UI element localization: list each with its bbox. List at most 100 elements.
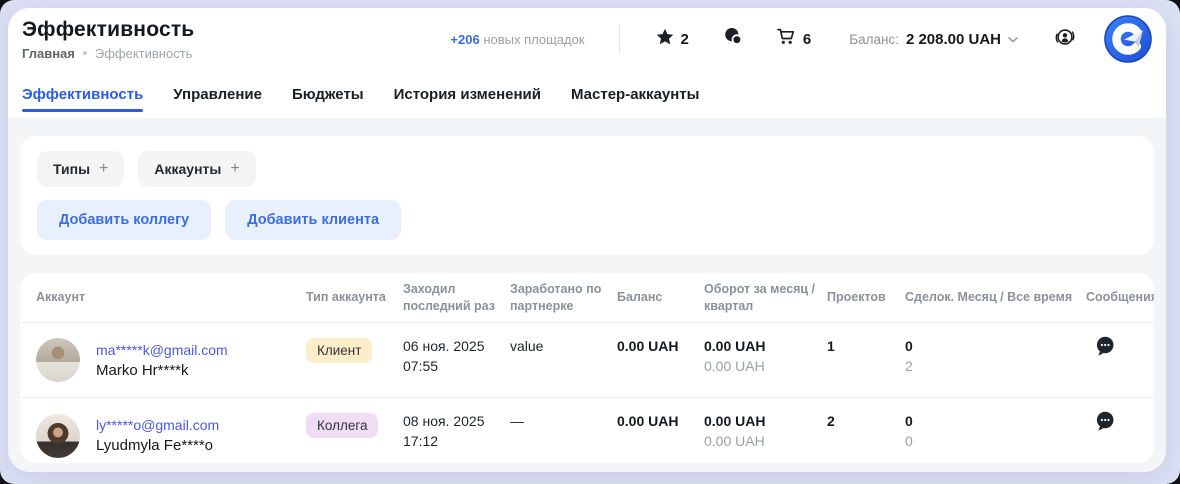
- deals-cell: 0 0: [905, 398, 1086, 463]
- balance-cell: 0.00 UAH: [617, 398, 704, 463]
- topbar-divider: [619, 25, 620, 53]
- account-text: ma*****k@gmail.com Marko Hr****k: [96, 342, 228, 379]
- column-last-seen: Заходил последний раз: [403, 281, 510, 314]
- avatar: [36, 338, 80, 382]
- cart-count: 6: [803, 31, 811, 48]
- app-logo[interactable]: [1104, 15, 1152, 63]
- filters-card: Типы + Аккаунты + Добавить коллегу Добав…: [20, 136, 1154, 255]
- deals-alltime: 0: [905, 433, 1086, 449]
- account-type-badge: Клиент: [306, 338, 372, 363]
- messages-cell: [1086, 323, 1138, 397]
- favorites-count: 2: [681, 31, 689, 48]
- partner-earnings-cell: —: [510, 398, 617, 463]
- favorites-button[interactable]: 2: [656, 28, 689, 51]
- filter-accounts-label: Аккаунты: [154, 161, 221, 177]
- tab-effectiveness[interactable]: Эффективность: [22, 70, 143, 118]
- turnover-quarter: 0.00 UAH: [704, 433, 827, 449]
- last-seen-date: 08 ноя. 2025: [403, 413, 510, 429]
- content-area: Типы + Аккаунты + Добавить коллегу Добав…: [8, 118, 1166, 472]
- deals-alltime: 2: [905, 358, 1086, 374]
- message-button[interactable]: [1094, 335, 1117, 361]
- projects-cell: 2: [827, 398, 905, 463]
- tab-budgets[interactable]: Бюджеты: [292, 70, 364, 118]
- tab-bar: Эффективность Управление Бюджеты История…: [8, 70, 1166, 118]
- balance-label: Баланс:: [849, 32, 899, 47]
- add-client-button[interactable]: Добавить клиента: [225, 200, 401, 240]
- last-seen-date: 06 ноя. 2025: [403, 338, 510, 354]
- filter-types[interactable]: Типы +: [37, 151, 124, 187]
- tab-management[interactable]: Управление: [173, 70, 262, 118]
- new-sites-link[interactable]: +206 новых площадок: [450, 32, 584, 47]
- breadcrumb-home[interactable]: Главная: [22, 46, 75, 61]
- cart-button[interactable]: 6: [777, 28, 811, 50]
- tab-master-accounts[interactable]: Мастер-аккаунты: [571, 70, 699, 118]
- contact-support-button[interactable]: [1052, 24, 1078, 55]
- account-type-cell: Клиент: [306, 323, 403, 397]
- breadcrumb: Главная Эффективность: [22, 46, 194, 61]
- turnover-month: 0.00 UAH: [704, 338, 827, 354]
- table-header: Аккаунт Тип аккаунта Заходил последний р…: [20, 273, 1154, 323]
- account-name: Marko Hr****k: [96, 362, 228, 379]
- column-projects: Проектов: [827, 289, 905, 306]
- balance-dropdown[interactable]: Баланс: 2 208.00 UAH: [849, 30, 1018, 48]
- account-name: Lyudmyla Fe****o: [96, 437, 219, 454]
- deals-month: 0: [905, 413, 1086, 429]
- chevron-down-icon: [1008, 30, 1018, 48]
- account-cell: ly*****o@gmail.com Lyudmyla Fe****o: [36, 398, 306, 463]
- message-bubble-icon: [1094, 335, 1117, 361]
- table-row: ly*****o@gmail.com Lyudmyla Fe****o Колл…: [20, 398, 1154, 463]
- plus-icon: +: [99, 161, 108, 177]
- filter-accounts[interactable]: Аккаунты +: [138, 151, 255, 187]
- messages-cell: [1086, 398, 1138, 463]
- projects-cell: 1: [827, 323, 905, 397]
- table-row: ma*****k@gmail.com Marko Hr****k Клиент …: [20, 323, 1154, 398]
- account-email-link[interactable]: ly*****o@gmail.com: [96, 417, 219, 433]
- title-block: Эффективность Главная Эффективность: [22, 18, 194, 61]
- account-email-link[interactable]: ma*****k@gmail.com: [96, 342, 228, 358]
- last-seen-cell: 08 ноя. 2025 17:12: [403, 398, 510, 463]
- cart-icon: [777, 28, 796, 50]
- add-colleague-button[interactable]: Добавить коллегу: [37, 200, 211, 240]
- avatar: [36, 414, 80, 458]
- balance-value: 2 208.00 UAH: [906, 31, 1001, 48]
- column-deals: Сделок. Месяц / Все время: [905, 289, 1086, 306]
- message-button[interactable]: [1094, 410, 1117, 436]
- column-partner-earnings: Заработано по партнерке: [510, 281, 617, 314]
- desktop-background: Эффективность Главная Эффективность +206…: [0, 0, 1180, 484]
- plus-icon: +: [230, 161, 239, 177]
- star-icon: [656, 28, 674, 51]
- last-seen-cell: 06 ноя. 2025 07:55: [403, 323, 510, 397]
- column-messages: Сообщения: [1086, 289, 1154, 306]
- column-account-type: Тип аккаунта: [306, 289, 403, 306]
- account-type-cell: Коллега: [306, 398, 403, 463]
- breadcrumb-current: Эффективность: [95, 46, 193, 61]
- accounts-table: Аккаунт Тип аккаунта Заходил последний р…: [20, 273, 1154, 463]
- account-type-badge: Коллега: [306, 413, 378, 438]
- app-window: Эффективность Главная Эффективность +206…: [8, 8, 1166, 472]
- last-seen-time: 17:12: [403, 433, 510, 449]
- partner-earnings-cell: value: [510, 323, 617, 397]
- deals-cell: 0 2: [905, 323, 1086, 397]
- column-account: Аккаунт: [36, 289, 306, 306]
- deals-month: 0: [905, 338, 1086, 354]
- new-sites-count: +206: [450, 32, 479, 47]
- chats-button[interactable]: [723, 27, 743, 51]
- turnover-cell: 0.00 UAH 0.00 UAH: [704, 323, 827, 397]
- account-cell: ma*****k@gmail.com Marko Hr****k: [36, 323, 306, 397]
- turnover-month: 0.00 UAH: [704, 413, 827, 429]
- column-turnover: Оборот за месяц / квартал: [704, 281, 827, 314]
- message-bubble-icon: [1094, 410, 1117, 436]
- breadcrumb-separator: [83, 51, 87, 55]
- topbar: Эффективность Главная Эффективность +206…: [8, 8, 1166, 70]
- new-sites-label: новых площадок: [483, 32, 584, 47]
- balance-cell: 0.00 UAH: [617, 323, 704, 397]
- turnover-quarter: 0.00 UAH: [704, 358, 827, 374]
- last-seen-time: 07:55: [403, 358, 510, 374]
- page-title: Эффективность: [22, 18, 194, 42]
- filter-types-label: Типы: [53, 161, 90, 177]
- contact-person-icon: [1052, 24, 1078, 55]
- account-text: ly*****o@gmail.com Lyudmyla Fe****o: [96, 417, 219, 454]
- chats-icon: [723, 27, 743, 51]
- tab-history[interactable]: История изменений: [394, 70, 541, 118]
- filter-pill-row: Типы + Аккаунты +: [37, 151, 1137, 187]
